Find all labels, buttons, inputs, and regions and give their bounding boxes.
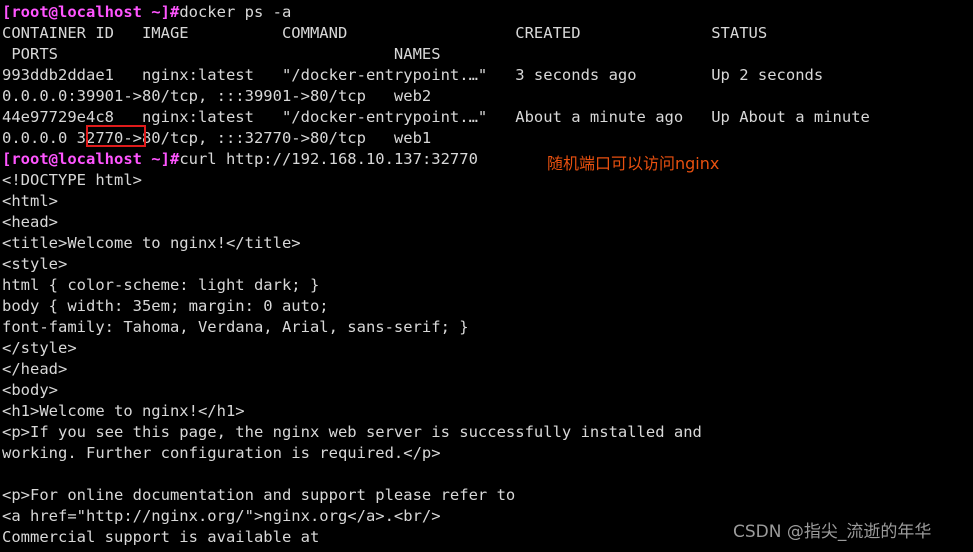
curl-output-blank [2, 464, 973, 485]
curl-output-p1-line1: <p>If you see this page, the nginx web s… [2, 423, 702, 441]
curl-output-doctype: <!DOCTYPE html> [2, 171, 142, 189]
curl-output-css-body: body { width: 35em; margin: 0 auto; [2, 297, 329, 315]
shell-prompt: [root@localhost ~]# [2, 3, 180, 21]
curl-output-title: <title>Welcome to nginx!</title> [2, 234, 301, 252]
docker-ps-header-row-2: PORTS NAMES [2, 45, 441, 63]
shell-prompt: [root@localhost ~]# [2, 150, 180, 168]
curl-output-p2-line1: <p>For online documentation and support … [2, 486, 516, 504]
curl-output-p1-line2: working. Further configuration is requir… [2, 444, 441, 462]
curl-output-head-open: <head> [2, 213, 58, 231]
curl-output-html-open: <html> [2, 192, 58, 210]
curl-output-h1: <h1>Welcome to nginx!</h1> [2, 402, 245, 420]
docker-ps-row-web2-main: 993ddb2ddae1 nginx:latest "/docker-entry… [2, 66, 824, 84]
curl-output-body-open: <body> [2, 381, 58, 399]
annotation-random-port: 随机端口可以访问nginx [547, 154, 720, 173]
terminal-line-command-docker-ps: [root@localhost ~]#docker ps -a [2, 2, 973, 23]
terminal-line-command-curl: [root@localhost ~]#curl http://192.168.1… [2, 149, 973, 170]
shell-command: docker ps -a [179, 3, 292, 21]
docker-ps-row-web1-ports: 0.0.0.0 32770->80/tcp, :::32770->80/tcp … [2, 129, 432, 147]
curl-output-style-open: <style> [2, 255, 68, 273]
curl-output-css-fontfamily: font-family: Tahoma, Verdana, Arial, san… [2, 318, 469, 336]
terminal-window[interactable]: [root@localhost ~]#docker ps -a CONTAINE… [0, 0, 973, 552]
shell-command: curl http://192.168.10.137:32770 [179, 150, 478, 168]
curl-output-css-html: html { color-scheme: light dark; } [2, 276, 320, 294]
docker-ps-row-web1-main: 44e97729e4c8 nginx:latest "/docker-entry… [2, 108, 870, 126]
curl-output-head-close: </head> [2, 360, 68, 378]
csdn-watermark: CSDN @指尖_流逝的年华 [733, 522, 932, 542]
docker-ps-header-row-1: CONTAINER ID IMAGE COMMAND CREATED STATU… [2, 24, 768, 42]
curl-output-style-close: </style> [2, 339, 77, 357]
docker-ps-row-web2-ports: 0.0.0.0:39901->80/tcp, :::39901->80/tcp … [2, 87, 432, 105]
